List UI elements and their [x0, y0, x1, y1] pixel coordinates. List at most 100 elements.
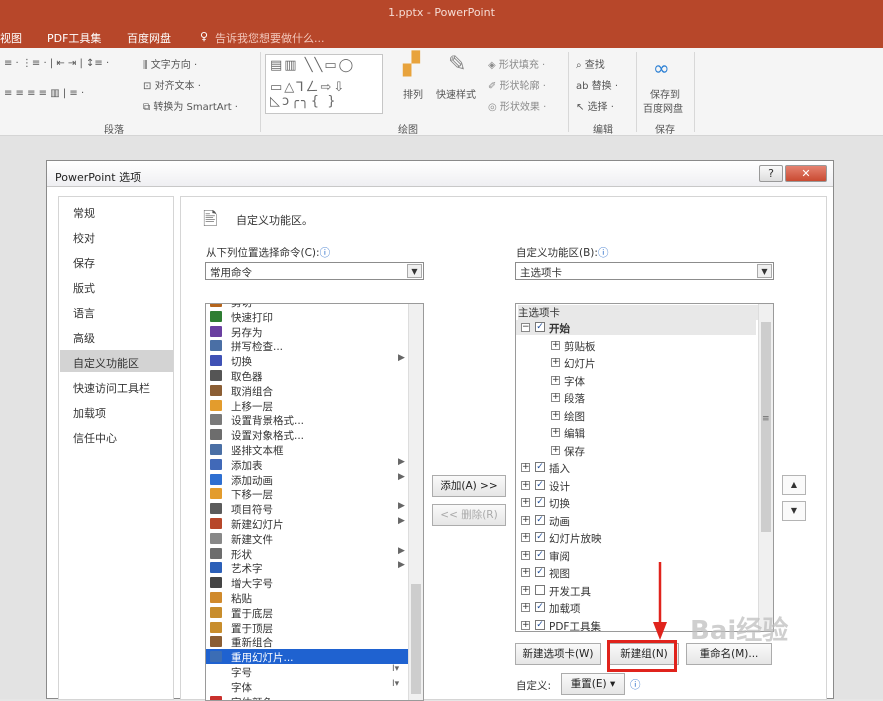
tab-checkbox[interactable]: ✓	[535, 567, 545, 577]
expand-toggle-icon[interactable]: +	[521, 515, 530, 525]
replace-button[interactable]: ab 替换 ·	[576, 77, 618, 92]
nav-item-7[interactable]: 快速访问工具栏	[60, 375, 173, 397]
command-item[interactable]: 字体 I▾	[206, 679, 409, 694]
nav-item-9[interactable]: 信任中心	[60, 425, 173, 447]
commands-list[interactable]: 字体颜色字体 I▾ 字号 I▾ 重用幻灯片... 重新组合 置于顶层 置于底层 粘贴 增大字号 艺术…	[205, 303, 424, 701]
command-item[interactable]: 新建幻灯片 ▶	[206, 516, 409, 531]
shape-fill-button[interactable]: ◈ 形状填充 ·	[488, 56, 545, 71]
tree-item[interactable]: + 绘图	[516, 408, 756, 423]
nav-item-0[interactable]: 常规	[60, 200, 173, 222]
tell-me-search[interactable]: 告诉我您想要做什么...	[215, 30, 325, 46]
shape-effects-button[interactable]: ◎ 形状效果 ·	[488, 98, 546, 113]
text-direction-button[interactable]: ⫼ 文字方向 ·	[143, 56, 197, 71]
tree-scrollbar[interactable]: ≡	[758, 304, 773, 631]
command-item[interactable]: 形状 ▶	[206, 546, 409, 561]
tab-checkbox[interactable]: ✓	[535, 532, 545, 542]
nav-item-6[interactable]: 自定义功能区	[60, 350, 173, 372]
tab-baidu-disk[interactable]: 百度网盘	[127, 30, 171, 46]
expand-toggle-icon[interactable]: +	[521, 498, 530, 507]
expand-toggle-icon[interactable]: +	[521, 603, 530, 612]
tab-checkbox[interactable]: ✓	[535, 549, 545, 560]
expand-toggle-icon[interactable]: +	[551, 410, 560, 420]
select-button[interactable]: ↖ 选择 ·	[576, 98, 614, 113]
expand-toggle-icon[interactable]: +	[551, 375, 560, 385]
command-item[interactable]: 竖排文本框	[206, 442, 409, 457]
command-item[interactable]: 新建文件	[206, 531, 409, 546]
expand-toggle-icon[interactable]: +	[521, 480, 530, 490]
nav-item-5[interactable]: 高级	[60, 325, 173, 347]
command-item[interactable]: 重新组合	[206, 634, 409, 649]
align-text-button[interactable]: ⊡ 对齐文本 ·	[143, 77, 201, 92]
tree-item[interactable]: + ✓ 插入	[516, 460, 756, 475]
command-item[interactable]: 置于底层	[206, 605, 409, 620]
command-item[interactable]: 上移一层	[206, 398, 409, 413]
tree-item[interactable]: + ✓ 幻灯片放映	[516, 530, 756, 545]
move-down-button[interactable]: ▼	[782, 501, 806, 521]
add-button[interactable]: 添加(A) >>	[432, 475, 506, 497]
tab-checkbox[interactable]: ✓	[535, 619, 545, 630]
command-item[interactable]: 项目符号 ▶	[206, 501, 409, 516]
command-item[interactable]: 拼写检查...	[206, 338, 409, 353]
command-item[interactable]: 置于顶层	[206, 620, 409, 635]
tab-checkbox[interactable]: ✓	[535, 514, 545, 525]
command-item[interactable]: 设置对象格式...	[206, 427, 409, 442]
command-item[interactable]: 快速打印	[206, 309, 409, 324]
tree-item[interactable]: + ✓ 设计	[516, 478, 756, 493]
tree-item[interactable]: + ✓ 审阅	[516, 548, 756, 563]
expand-toggle-icon[interactable]: +	[521, 585, 530, 595]
tree-item[interactable]: + 幻灯片	[516, 355, 756, 370]
tab-checkbox[interactable]: ✓	[535, 462, 545, 472]
expand-toggle-icon[interactable]: +	[521, 533, 530, 542]
tree-item[interactable]: − ✓ 开始	[516, 320, 756, 335]
tree-item[interactable]: + ✓ 视图	[516, 565, 756, 580]
align-icons[interactable]: ≡ ≡ ≡ ≡ ▥ | ≡ ·	[4, 88, 84, 99]
reset-button[interactable]: 重置(E) ▾	[561, 673, 625, 695]
nav-item-1[interactable]: 校对	[60, 225, 173, 247]
expand-toggle-icon[interactable]: +	[551, 340, 560, 350]
tab-checkbox[interactable]	[535, 584, 545, 595]
tab-checkbox[interactable]: ✓	[535, 602, 545, 612]
tab-checkbox[interactable]: ✓	[535, 479, 545, 490]
command-item[interactable]: 重用幻灯片...	[206, 649, 409, 664]
list-icons[interactable]: ≡ · ⋮≡ · | ⇤ ⇥ | ↕≡ ·	[4, 58, 109, 69]
help-button[interactable]: ?	[759, 165, 783, 182]
command-item[interactable]: 字号 I▾	[206, 664, 409, 679]
tab-pdf-tools[interactable]: PDF工具集	[47, 30, 101, 46]
command-item[interactable]: 剪切	[206, 304, 409, 309]
convert-smartart-button[interactable]: ⧉ 转换为 SmartArt ·	[143, 98, 238, 113]
find-button[interactable]: ⌕ 查找	[576, 56, 605, 71]
move-up-button[interactable]: ▲	[782, 475, 806, 495]
tree-item[interactable]: + 字体	[516, 373, 756, 388]
shape-outline-button[interactable]: ✐ 形状轮廓 ·	[488, 77, 546, 92]
tree-item[interactable]: + 剪贴板	[516, 338, 756, 353]
command-item[interactable]: 增大字号	[206, 575, 409, 590]
tree-item[interactable]: + 段落	[516, 390, 756, 405]
expand-toggle-icon[interactable]: +	[551, 358, 560, 367]
tree-item[interactable]: + 编辑	[516, 425, 756, 440]
nav-item-2[interactable]: 保存	[60, 250, 173, 272]
new-tab-button[interactable]: 新建选项卡(W)	[515, 643, 601, 665]
choose-commands-select[interactable]: 常用命令 ▼	[205, 262, 424, 280]
command-item[interactable]: 取色器	[206, 368, 409, 383]
expand-toggle-icon[interactable]: +	[551, 445, 560, 455]
tree-item[interactable]: + ✓ 动画	[516, 513, 756, 528]
expand-toggle-icon[interactable]: +	[521, 550, 530, 560]
customize-ribbon-select[interactable]: 主选项卡 ▼	[515, 262, 774, 280]
expand-toggle-icon[interactable]: +	[521, 620, 530, 630]
tree-item[interactable]: + 保存	[516, 443, 756, 458]
command-item[interactable]: 设置背景格式...	[206, 412, 409, 427]
command-item[interactable]: 添加动画 ▶	[206, 472, 409, 487]
close-button[interactable]: ✕	[785, 165, 827, 182]
expand-toggle-icon[interactable]: +	[551, 393, 560, 402]
nav-item-4[interactable]: 语言	[60, 300, 173, 322]
quick-styles-button[interactable]: 快速样式	[436, 86, 476, 101]
shapes-gallery[interactable]: ▤▥ ╲╲▭◯ ▭△⅂ㄥ⇨⇩ ◺ↄ╭╮{ }	[265, 54, 383, 114]
tree-item[interactable]: + 开发工具	[516, 583, 756, 598]
expand-toggle-icon[interactable]: +	[551, 428, 560, 437]
command-item[interactable]: 下移一层	[206, 486, 409, 501]
arrange-button[interactable]: 排列	[403, 86, 423, 101]
command-item[interactable]: 取消组合	[206, 383, 409, 398]
expand-toggle-icon[interactable]: +	[521, 463, 530, 472]
nav-item-8[interactable]: 加载项	[60, 400, 173, 422]
commands-scrollbar[interactable]	[408, 304, 423, 700]
